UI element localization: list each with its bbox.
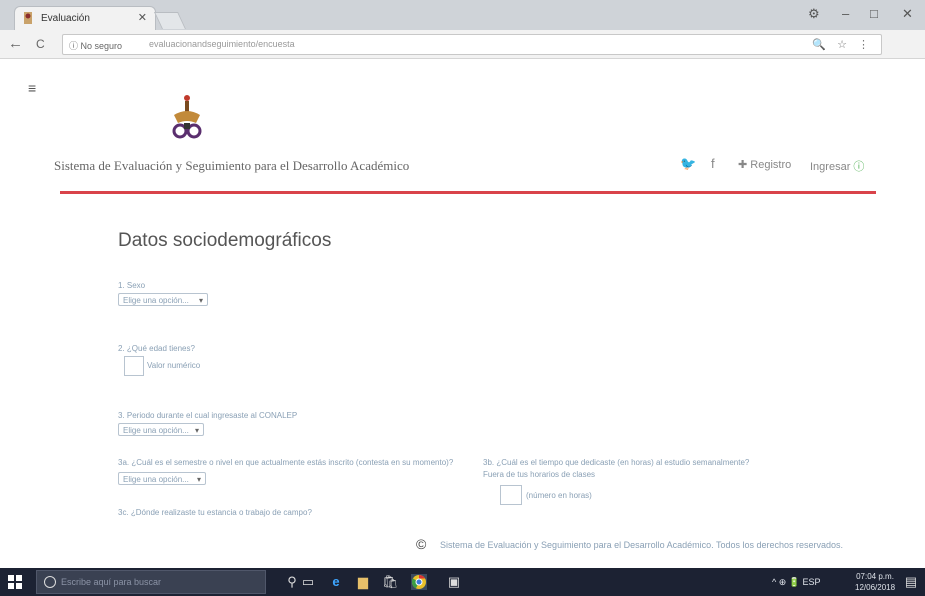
clock-date: 12/06/2018 xyxy=(855,583,896,592)
chevron-down-icon: ▾ xyxy=(198,296,203,305)
select-value: Elige una opción... xyxy=(123,426,189,435)
question-label: 3. Periodo durante el cual ingresaste al… xyxy=(118,411,298,420)
search-placeholder: Escribe aquí para buscar xyxy=(61,577,162,587)
maximize-button[interactable]: □ xyxy=(870,6,878,21)
site-logo xyxy=(172,95,202,139)
system-tray[interactable]: ^ ⊕ 🔋 ESP xyxy=(772,577,820,588)
url-text: evaluacionandseguimiento/encuesta xyxy=(149,39,295,49)
tab-close-icon[interactable]: ✕ xyxy=(138,11,147,24)
chrome-icon[interactable] xyxy=(411,574,427,590)
select-value: Elige una opción... xyxy=(123,475,189,484)
chevron-down-icon: ▾ xyxy=(196,475,201,484)
section-title: Datos sociodemográficos xyxy=(118,230,332,251)
omnibox-icons[interactable]: 🔍 ☆ ⋮ xyxy=(812,38,873,51)
register-link[interactable]: ✚ Registro xyxy=(738,158,791,171)
browser-titlebar: Evaluación ✕ ⚙ – □ ✕ xyxy=(0,0,925,31)
sex-select[interactable]: Elige una opción... ▾ xyxy=(118,293,208,306)
windows-start-icon[interactable] xyxy=(8,575,22,589)
minimize-button[interactable]: – xyxy=(842,6,849,21)
question-label: 3b. ¿Cuál es el tiempo que dedicaste (en… xyxy=(483,458,750,467)
question-label: 2. ¿Qué edad tienes? xyxy=(118,344,195,353)
taskbar-clock[interactable]: 07:04 p.m. 12/06/2018 xyxy=(855,571,895,593)
input-hint: (número en horas) xyxy=(526,491,592,500)
file-explorer-icon[interactable]: ▆ xyxy=(355,574,371,590)
menu-icon[interactable]: ≡ xyxy=(28,80,36,96)
address-bar[interactable]: ⓘ No seguro evaluacionandseguimiento/enc… xyxy=(62,34,882,55)
login-label: Ingresar xyxy=(810,161,851,173)
mic-icon[interactable]: ⚲ xyxy=(284,574,300,590)
hours-input[interactable] xyxy=(500,485,522,505)
header-divider xyxy=(60,191,876,194)
input-hint: Valor numérico xyxy=(147,361,201,370)
tab-title: Evaluación xyxy=(41,13,90,24)
taskbar: Escribe aquí para buscar ⚲ ▭ e ▆ 🛍 ▣ ^ ⊕… xyxy=(0,568,925,596)
browser-tab[interactable]: Evaluación ✕ xyxy=(14,6,156,31)
select-value: Elige una opción... xyxy=(123,296,189,305)
question-label: 3a. ¿Cuál es el semestre o nivel en que … xyxy=(118,458,454,467)
store-icon[interactable]: 🛍 xyxy=(382,574,399,590)
new-tab-button[interactable] xyxy=(154,12,186,29)
footer-text: Sistema de Evaluación y Seguimiento para… xyxy=(440,540,844,550)
clock-time: 07:04 p.m. xyxy=(856,572,894,581)
question-label: 3c. ¿Dónde realizaste tu estancia o trab… xyxy=(118,508,312,517)
login-link[interactable]: Ingresar ⓘ xyxy=(810,158,864,174)
age-input[interactable] xyxy=(124,356,144,376)
period-select[interactable]: Elige una opción... ▾ xyxy=(118,423,204,436)
question-label: 1. Sexo xyxy=(118,281,146,290)
profile-icon[interactable]: ⚙ xyxy=(808,6,820,22)
browser-toolbar: ← C ⓘ No seguro evaluacionandseguimiento… xyxy=(0,30,925,59)
login-icon: ⓘ xyxy=(853,161,865,173)
chevron-down-icon: ▾ xyxy=(194,426,199,435)
facebook-icon[interactable]: f xyxy=(711,156,715,171)
site-favicon xyxy=(24,12,32,24)
reload-button[interactable]: C xyxy=(36,37,45,51)
twitter-icon[interactable]: 🐦 xyxy=(680,156,696,172)
edge-icon[interactable]: e xyxy=(328,574,344,590)
close-window-button[interactable]: ✕ xyxy=(902,6,913,22)
site-title: Sistema de Evaluación y Seguimiento para… xyxy=(54,158,410,173)
taskbar-search[interactable]: Escribe aquí para buscar xyxy=(36,570,266,594)
question-sublabel: Fuera de tus horarios de clases xyxy=(483,470,596,479)
security-indicator[interactable]: ⓘ No seguro xyxy=(69,39,122,52)
copyright-icon: © xyxy=(416,536,427,552)
notifications-icon[interactable]: ▤ xyxy=(903,574,919,590)
semester-select[interactable]: Elige una opción... ▾ xyxy=(118,472,206,485)
app-icon[interactable]: ▣ xyxy=(446,574,462,590)
cortana-icon xyxy=(44,576,56,588)
task-view-icon[interactable]: ▭ xyxy=(300,574,316,590)
back-button[interactable]: ← xyxy=(8,35,23,52)
